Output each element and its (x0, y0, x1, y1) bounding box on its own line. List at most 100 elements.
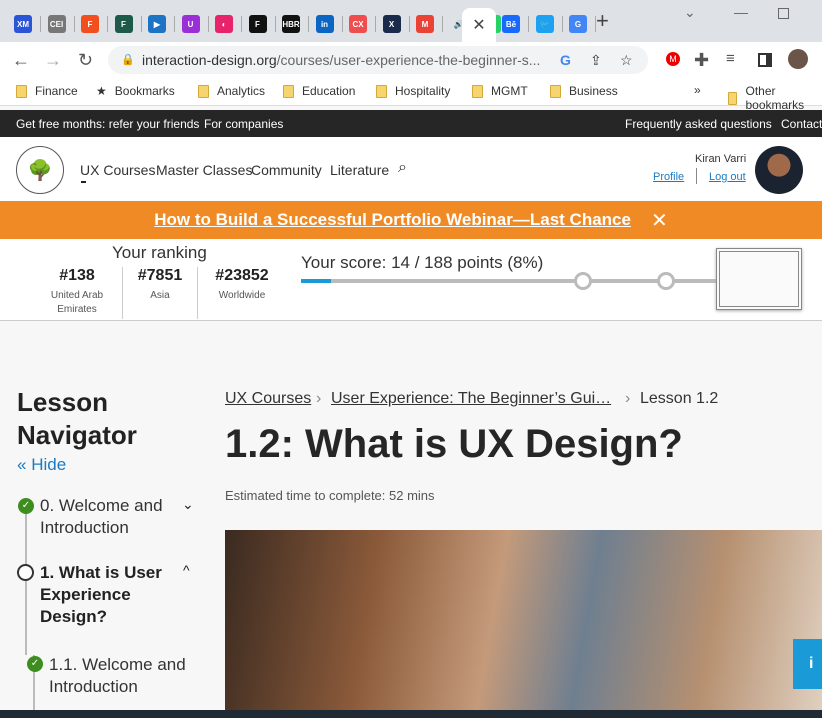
maximize-button[interactable] (778, 8, 789, 19)
navigator-title: Lesson Navigator (17, 387, 137, 450)
hide-label: Hide (31, 455, 67, 474)
bookmark-finance[interactable]: Finance (16, 84, 78, 98)
nav-literature[interactable]: Literature (330, 162, 389, 178)
score-progress-bar (301, 272, 717, 290)
media-icon[interactable]: ≡ (726, 50, 735, 67)
bookmark-label: Other bookmarks (745, 84, 805, 112)
nav-ux-courses[interactable]: UX Courses (80, 162, 155, 178)
pink-icon[interactable]: ◐ (215, 15, 233, 33)
f-black-icon[interactable]: F (248, 15, 267, 33)
nav-item-0[interactable]: 0. Welcome and Introduction (40, 495, 170, 539)
logout-link[interactable]: Log out (709, 171, 746, 183)
folder-icon (198, 84, 209, 98)
nav-item-1[interactable]: 1. What is User Experience Design? (40, 562, 180, 628)
contact-link[interactable]: Contact (781, 117, 822, 131)
faq-link[interactable]: Frequently asked questions (625, 117, 772, 131)
share-icon[interactable]: ⇪ (590, 46, 602, 74)
nav-item-1-1[interactable]: 1.1. Welcome and Introduction (49, 654, 189, 698)
f-icon[interactable]: F (114, 15, 133, 33)
side-panel-icon[interactable] (758, 53, 772, 67)
tab-separator (341, 16, 343, 32)
active-tab-close-icon[interactable]: ✕ (462, 8, 496, 42)
check-icon: ✓ (18, 498, 34, 514)
breadcrumb-current: Lesson 1.2 (640, 390, 719, 407)
info-widget-button[interactable]: i (793, 639, 822, 689)
video-icon[interactable]: ▶ (148, 15, 166, 33)
linkedin-icon[interactable]: in (315, 15, 334, 33)
search-icon[interactable]: ⌕ (398, 159, 407, 177)
behance-icon[interactable]: Bē (502, 15, 520, 33)
nav-community[interactable]: Community (251, 162, 322, 178)
tab-strip: XMCEIFF▶U◐FHBRinCXXM🔊✆ ✕ Bē🐦G + ⌄ — (0, 0, 822, 42)
rank-region: #138 United Arab Emirates (40, 267, 114, 317)
ixdf-logo[interactable]: 🌳 (16, 146, 64, 194)
tab-separator (174, 16, 175, 32)
score-progress-fill (301, 279, 331, 283)
bookmark-mgmt[interactable]: MGMT (472, 84, 528, 98)
user-name: Kiran Varri (695, 153, 747, 165)
certificate-thumbnail[interactable] (716, 248, 802, 310)
google-icon[interactable]: G (569, 15, 587, 33)
cei-icon[interactable]: CEI (47, 15, 66, 33)
minimize-button[interactable]: — (734, 4, 748, 20)
tab-separator (561, 16, 563, 32)
bookmark-education[interactable]: Education (283, 84, 355, 98)
user-avatar[interactable] (755, 146, 803, 194)
forward-icon[interactable]: → (44, 50, 62, 71)
star-icon: ★ (96, 84, 107, 98)
bookmark-bookmarks[interactable]: ★ Bookmarks (96, 84, 175, 98)
reload-icon[interactable]: ↻ (78, 50, 93, 71)
google-lens-icon[interactable]: G (560, 46, 571, 74)
breadcrumb-course[interactable]: User Experience: The Beginner’s Gui… (331, 390, 611, 408)
bookmark-business[interactable]: Business (550, 84, 618, 98)
cx-icon[interactable]: CX (349, 15, 367, 33)
gmail-icon[interactable]: M (416, 15, 434, 33)
chevron-down-icon[interactable]: ⌄ (182, 496, 194, 513)
banner-link[interactable]: How to Build a Successful Portfolio Webi… (154, 210, 631, 230)
more-bookmarks-icon[interactable]: » (694, 83, 701, 97)
bookmark-analytics[interactable]: Analytics (198, 84, 265, 98)
check-icon: ✓ (27, 656, 43, 672)
hbr-icon[interactable]: HBR (282, 15, 300, 33)
rank-value: #7851 (137, 267, 183, 284)
breadcrumb-chevron-icon: › (625, 390, 631, 407)
tab-search-chevron-icon[interactable]: ⌄ (684, 4, 696, 21)
companies-link[interactable]: For companies (204, 117, 283, 131)
bookmarks-bar: Finance ★ Bookmarks Analytics Education Hospi… (0, 78, 822, 112)
tab-separator (408, 16, 410, 32)
tab-separator (73, 16, 75, 32)
new-tab-button[interactable]: + (596, 8, 609, 34)
breadcrumb-ux-courses[interactable]: UX Courses (225, 390, 311, 408)
profile-avatar[interactable] (788, 49, 808, 69)
back-icon[interactable]: ← (12, 50, 30, 71)
score-text: Your score: 14 / 188 points (8%) (301, 253, 544, 272)
chevron-up-icon[interactable]: ^ (183, 562, 190, 578)
hide-button[interactable]: « Hide (17, 455, 207, 475)
close-banner-icon[interactable]: ✕ (651, 208, 668, 233)
tab-separator (107, 16, 108, 32)
twitter-icon[interactable]: 🐦 (535, 15, 554, 33)
bookmark-hospitality[interactable]: Hospitality (376, 84, 450, 98)
tab-separator (40, 16, 41, 32)
figma-icon[interactable]: F (81, 15, 99, 33)
address-bar[interactable]: 🔒 interaction-design.org/courses/user-ex… (108, 46, 648, 74)
tab-separator (207, 16, 209, 32)
promo-banner: How to Build a Successful Portfolio Webi… (0, 201, 822, 239)
mega-extension-icon[interactable]: M (666, 52, 680, 66)
milestone-marker (574, 272, 592, 290)
bookmark-label: MGMT (491, 84, 528, 98)
u-icon[interactable]: U (181, 15, 200, 33)
xm-icon[interactable]: XM (14, 15, 32, 33)
profile-link[interactable]: Profile (653, 171, 684, 183)
lock-icon: 🔒 (121, 54, 135, 66)
bookmark-star-icon[interactable]: ☆ (620, 46, 633, 74)
tab-separator (528, 16, 529, 32)
nav-master-classes[interactable]: Master Classes (156, 162, 252, 178)
refer-link[interactable]: Get free months: refer your friends (16, 117, 199, 131)
bookmark-other[interactable]: Other bookmarks (728, 84, 822, 112)
lesson-title: 1.2: What is UX Design? (225, 422, 683, 466)
url-path: /courses/user-experience-the-beginner-s.… (276, 52, 541, 68)
estimated-time: Estimated time to complete: 52 mins (225, 488, 435, 503)
x-dark-icon[interactable]: X (382, 15, 401, 33)
extensions-icon[interactable]: ✚ (694, 50, 709, 71)
